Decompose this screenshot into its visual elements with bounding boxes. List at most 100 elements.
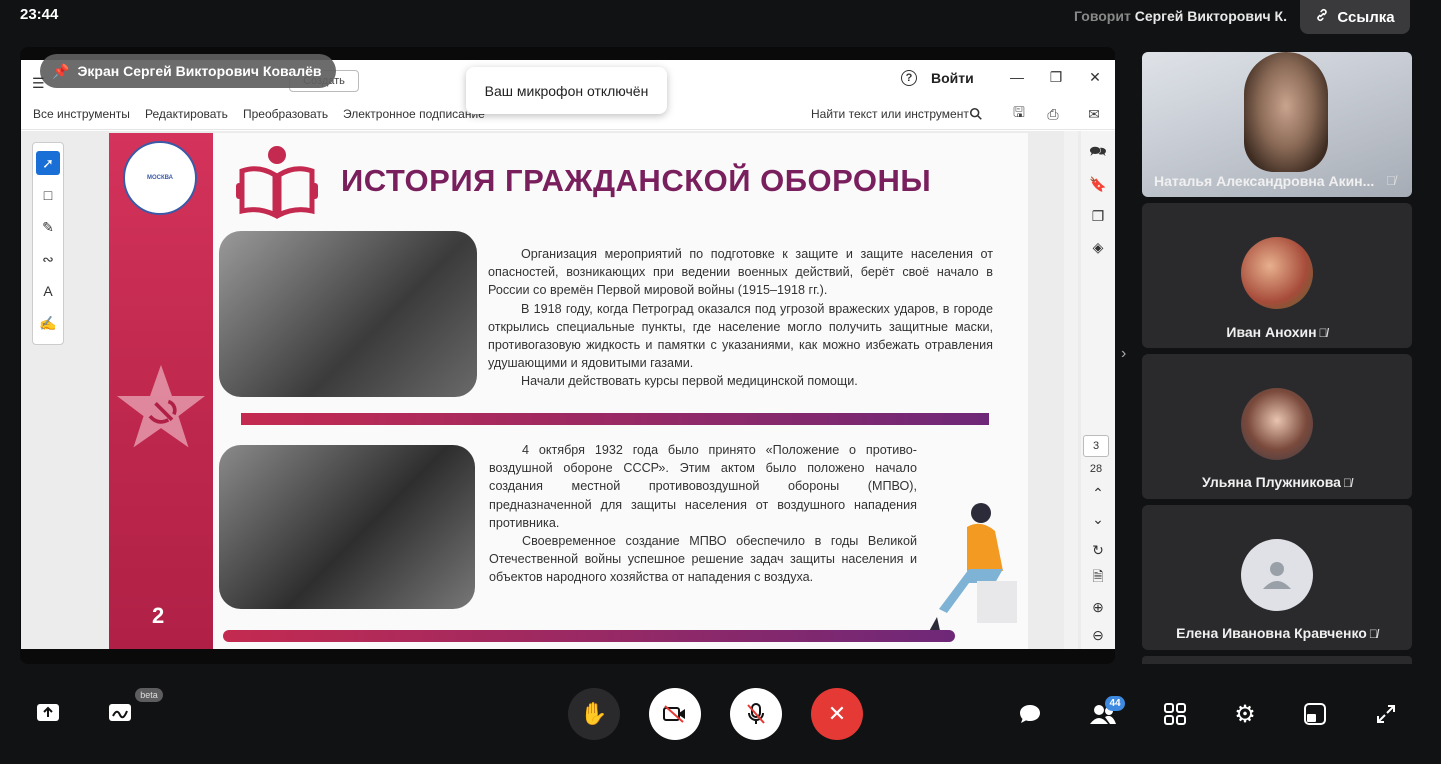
page-up-icon[interactable]: ⌃ [1085,480,1111,506]
participant-tile-partial [1142,656,1412,664]
mic-off-icon: 🎙̸ [1342,476,1352,490]
mic-off-toast: Ваш микрофон отключён [466,67,667,114]
menu-all-tools[interactable]: Все инструменты [33,107,130,121]
mic-toggle-button[interactable] [730,688,782,740]
pages-icon[interactable]: ❐ [1085,203,1111,229]
hamburger-menu-icon[interactable]: ☰ [32,75,45,92]
copy-link-button[interactable]: Ссылка [1300,0,1410,34]
bookmark-icon[interactable]: 🔖 [1085,171,1111,197]
vertical-scrollbar[interactable] [1064,131,1078,649]
shared-screen: Создать ? Войти — ❐ ✕ Все инструменты Ре… [20,47,1115,664]
center-logo: МОСКВА [123,141,197,215]
speaker-name: Сергей Викторович К. [1134,8,1287,24]
menu-convert[interactable]: Преобразовать [243,107,328,121]
historic-photo-gas-masks [219,231,477,397]
share-screen-icon[interactable] [28,694,68,734]
comment-tool-icon[interactable]: □ [36,183,60,207]
person-illustration [927,503,1017,635]
participant-tile[interactable]: Елена Ивановна Кравченко 🎙̸ [1142,505,1412,650]
para1-line-3: Начали действовать курсы первой медицинс… [521,374,858,389]
fullscreen-icon[interactable] [1366,694,1406,734]
participant-tile[interactable]: Наталья Александровна Акин... 🎙̸ [1142,52,1412,197]
slide-bottom-band [223,630,955,642]
slide-paragraph-1: Организация мероприятий по подготовке к … [488,245,993,391]
help-icon[interactable]: ? [901,70,917,86]
page-down-icon[interactable]: ⌄ [1085,506,1111,532]
link-label: Ссылка [1337,8,1395,26]
grid-view-icon[interactable] [1155,694,1195,734]
settings-gear-icon[interactable]: ⚙ [1225,694,1265,734]
layers-icon[interactable]: ◈ [1085,234,1111,260]
print-icon[interactable]: ⎙ [1043,104,1063,124]
para2-line-2: Своевременное создание МПВО обеспечило в… [489,534,917,585]
para1-line-2: В 1918 году, когда Петроград оказался по… [488,301,993,371]
maximize-icon[interactable]: ❐ [1042,66,1070,88]
select-tool-icon[interactable]: ➚ [36,151,60,175]
default-avatar-icon [1241,539,1313,611]
mail-icon[interactable]: ✉ [1084,104,1104,124]
participant-tile[interactable]: Ульяна Плужникова 🎙̸ [1142,354,1412,499]
slide: МОСКВА 2 ИСТОРИЯ ГРАЖДАНСКОЙ ОБОРОНЫ Орг… [109,133,1028,649]
slide-page-number: 2 [152,603,165,628]
sign-tool-icon[interactable]: ✍ [36,311,60,335]
participant-name: Ульяна Плужникова 🎙̸ [1202,474,1352,490]
text-tool-icon[interactable]: A [36,279,60,303]
menu-edit[interactable]: Редактировать [145,107,228,121]
participants-count-badge: 44 [1105,696,1125,711]
mic-off-icon: 🎙̸ [1386,173,1396,188]
pen-tool-icon[interactable]: ✎ [36,215,60,239]
pdf-viewer-window: Создать ? Войти — ❐ ✕ Все инструменты Ре… [21,60,1115,649]
para1-line-1: Организация мероприятий по подготовке к … [488,247,993,298]
slide-divider [241,413,989,425]
document-info-icon[interactable]: 🗎 [1085,565,1111,591]
beta-badge: beta [135,688,163,702]
zoom-in-icon[interactable]: ⊕ [1085,594,1111,620]
chat-icon[interactable] [1010,694,1050,734]
soviet-star-icon [117,364,205,448]
page-total: 28 [1089,463,1103,475]
layout-icon[interactable] [1295,694,1335,734]
clock: 23:44 [20,6,59,23]
mic-off-icon [747,703,765,724]
save-icon[interactable]: 🖫 [1009,104,1029,124]
lasso-tool-icon[interactable]: ∾ [36,247,60,271]
close-icon: ✕ [827,701,847,726]
book-reader-icon [236,146,318,219]
avatar [1241,237,1313,309]
close-icon[interactable]: ✕ [1081,66,1109,88]
speaker-prefix: Говорит [1074,8,1131,24]
refresh-icon[interactable]: ↻ [1085,537,1111,563]
participant-tile[interactable]: Иван Анохин 🎙̸ [1142,203,1412,348]
active-speaker: Говорит Сергей Викторович К. [1074,8,1287,24]
whiteboard-icon[interactable] [100,694,140,734]
slide-paragraph-2: 4 октября 1932 года было принято «Положе… [489,441,917,587]
para2-line-1: 4 октября 1932 года было принято «Положе… [489,443,917,530]
slide-title: ИСТОРИЯ ГРАЖДАНСКОЙ ОБОРОНЫ [341,163,932,198]
screen-share-owner: Экран Сергей Викторович Ковалёв [77,63,322,79]
find-tool-field[interactable]: Найти текст или инструмент [811,107,969,121]
annotation-toolbar: ➚ □ ✎ ∾ A ✍ [32,142,64,345]
raise-hand-button[interactable]: ✋ [568,688,620,740]
screen-share-label: 📌 Экран Сергей Викторович Ковалёв [40,54,336,88]
zoom-out-icon[interactable]: ⊖ [1085,622,1111,648]
participant-name: Елена Ивановна Кравченко 🎙̸ [1176,625,1378,641]
login-button[interactable]: Войти [931,70,974,86]
historic-photo-mpvo [219,445,475,609]
camera-off-icon [663,705,685,723]
search-icon[interactable] [966,104,986,124]
participant-name: Наталья Александровна Акин... [1154,173,1375,189]
page-current-input[interactable]: 3 [1083,435,1109,457]
video-feed [1244,52,1328,172]
mic-off-icon: 🎙̸ [1318,326,1328,340]
avatar [1241,388,1313,460]
link-icon [1315,8,1329,26]
minimize-icon[interactable]: — [1003,66,1031,88]
end-call-button[interactable]: ✕ [811,688,863,740]
mic-off-icon: 🎙̸ [1368,627,1378,641]
menu-e-sign[interactable]: Электронное подписание [343,107,485,121]
collapse-sidebar-icon[interactable]: › [1121,345,1126,363]
comments-icon[interactable]: 🗪 [1085,140,1111,166]
pin-icon[interactable]: 📌 [52,63,69,80]
participant-name: Иван Анохин 🎙̸ [1226,324,1328,340]
camera-toggle-button[interactable] [649,688,701,740]
